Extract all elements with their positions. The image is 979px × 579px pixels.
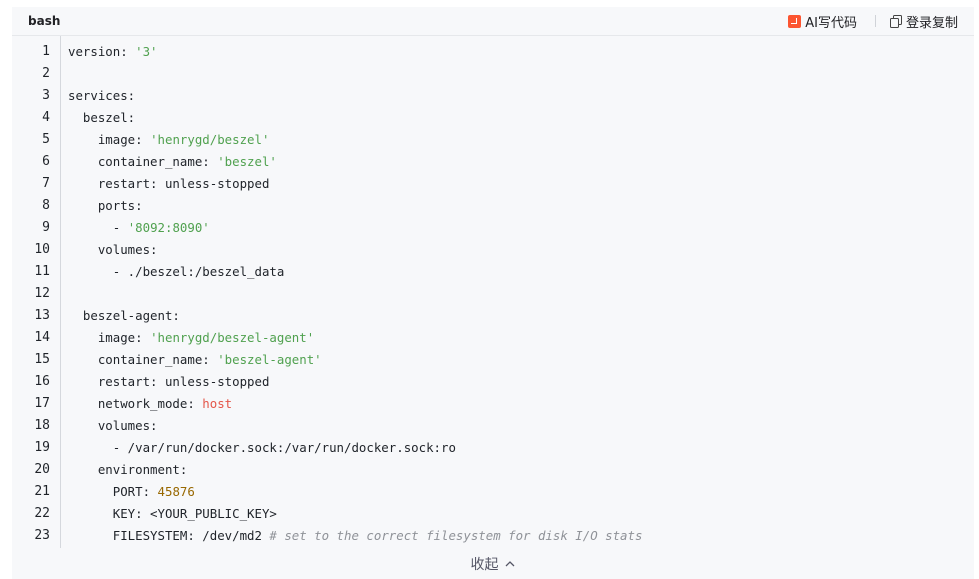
line-number: 21 xyxy=(34,484,50,499)
code-token-string: '8092:8090' xyxy=(127,220,210,235)
code-token-string: 'henrygd/beszel-agent' xyxy=(150,330,315,345)
line-number: 18 xyxy=(34,418,50,433)
code-line: container_name: 'beszel' xyxy=(68,151,277,173)
line-number: 17 xyxy=(34,396,50,411)
ai-icon xyxy=(788,14,802,28)
line-number: 9 xyxy=(42,220,50,235)
code-token: restart: unless-stopped xyxy=(68,176,270,191)
language-label: bash xyxy=(28,14,61,28)
code-line: services: xyxy=(68,85,135,107)
line-number: 13 xyxy=(34,308,50,323)
code-token: version: xyxy=(68,44,136,59)
code-line: - /var/run/docker.sock:/var/run/docker.s… xyxy=(68,437,456,459)
code-token: - xyxy=(68,220,128,235)
collapse-label: 收起 xyxy=(470,557,499,573)
code-token: environment: xyxy=(68,462,188,477)
code-header: bash AI写代码 登录复制 xyxy=(12,7,974,36)
collapse-button[interactable]: 收起 xyxy=(471,554,516,574)
line-number: 10 xyxy=(34,242,50,257)
copy-icon xyxy=(889,14,902,28)
code-token: volumes: xyxy=(68,242,158,257)
line-number: 15 xyxy=(34,352,50,367)
code-token: ports: xyxy=(68,198,143,213)
code-line: image: 'henrygd/beszel-agent' xyxy=(68,327,314,349)
code-actions: AI写代码 登录复制 xyxy=(788,12,958,31)
code-line: beszel-agent: xyxy=(68,305,180,327)
code-footer: 收起 xyxy=(12,549,974,579)
code-line: restart: unless-stopped xyxy=(68,173,270,195)
line-number: 3 xyxy=(42,88,50,103)
code-block: bash AI写代码 登录复制 1 2 3 4 5 6 7 8 9 10 11 12 13 14 15 16 1… xyxy=(12,7,974,579)
code-token: KEY: <YOUR_PUBLIC_KEY> xyxy=(68,506,277,521)
code-line: volumes: xyxy=(68,415,158,437)
line-number: 22 xyxy=(34,506,50,521)
code-line: - '8092:8090' xyxy=(68,217,210,239)
line-number-gutter: 1 2 3 4 5 6 7 8 9 10 11 12 13 14 15 16 17 18 19 20 21 22 23 xyxy=(12,36,61,548)
code-token: services: xyxy=(68,88,136,103)
code-token: - /var/run/docker.sock:/var/run/docker.s… xyxy=(68,440,456,455)
code-token: image: xyxy=(68,132,151,147)
code-token: network_mode: xyxy=(68,396,203,411)
actions-divider xyxy=(874,15,876,27)
code-line: restart: unless-stopped xyxy=(68,371,270,393)
code-token: beszel: xyxy=(68,110,136,125)
login-copy-label: 登录复制 xyxy=(905,15,958,31)
code-token-string: '3' xyxy=(135,44,158,59)
code-token-comment: # set to the correct filesystem for disk… xyxy=(269,528,643,543)
code-token-keyword: host xyxy=(202,396,233,411)
code-line: PORT: 45876 xyxy=(68,481,195,503)
chevron-up-icon xyxy=(505,561,514,567)
code-line: ports: xyxy=(68,195,143,217)
code-token-number: 45876 xyxy=(157,484,195,499)
line-number: 6 xyxy=(42,154,50,169)
code-line: container_name: 'beszel-agent' xyxy=(68,349,322,371)
line-number: 14 xyxy=(34,330,50,345)
ai-write-code-label: AI写代码 xyxy=(805,15,857,31)
line-number: 11 xyxy=(34,264,50,279)
code-token: container_name: xyxy=(68,352,218,367)
code-token: FILESYSTEM: /dev/md2 xyxy=(68,528,270,543)
line-number: 23 xyxy=(34,528,50,543)
code-line: KEY: <YOUR_PUBLIC_KEY> xyxy=(68,503,277,525)
code-token: beszel-agent: xyxy=(68,308,180,323)
line-number: 8 xyxy=(42,198,50,213)
code-line: environment: xyxy=(68,459,188,481)
code-token-string: 'henrygd/beszel' xyxy=(150,132,270,147)
code-token: - ./beszel:/beszel_data xyxy=(68,264,285,279)
code-line: volumes: xyxy=(68,239,158,261)
line-number: 1 xyxy=(42,44,50,59)
code-token: PORT: xyxy=(68,484,158,499)
code-token: restart: unless-stopped xyxy=(68,374,270,389)
code-line: FILESYSTEM: /dev/md2 # set to the correc… xyxy=(68,525,643,547)
code-body: 1 2 3 4 5 6 7 8 9 10 11 12 13 14 15 16 17 18 19 20 21 22 23 ve… xyxy=(12,36,974,548)
code-token: volumes: xyxy=(68,418,158,433)
code-token-string: 'beszel-agent' xyxy=(217,352,322,367)
code-line: version: '3' xyxy=(68,41,158,63)
line-number: 12 xyxy=(34,286,50,301)
line-number: 19 xyxy=(34,440,50,455)
line-number: 2 xyxy=(42,66,50,81)
line-number: 5 xyxy=(42,132,50,147)
line-number: 16 xyxy=(34,374,50,389)
code-token: image: xyxy=(68,330,151,345)
line-number: 4 xyxy=(42,110,50,125)
line-number: 7 xyxy=(42,176,50,191)
login-copy-button[interactable]: 登录复制 xyxy=(889,12,958,31)
code-line: network_mode: host xyxy=(68,393,232,415)
code-token-string: 'beszel' xyxy=(217,154,277,169)
code-token: container_name: xyxy=(68,154,218,169)
code-line: - ./beszel:/beszel_data xyxy=(68,261,285,283)
line-number: 20 xyxy=(34,462,50,477)
ai-write-code-button[interactable]: AI写代码 xyxy=(788,12,857,31)
code-line: image: 'henrygd/beszel' xyxy=(68,129,270,151)
code-line: beszel: xyxy=(68,107,135,129)
